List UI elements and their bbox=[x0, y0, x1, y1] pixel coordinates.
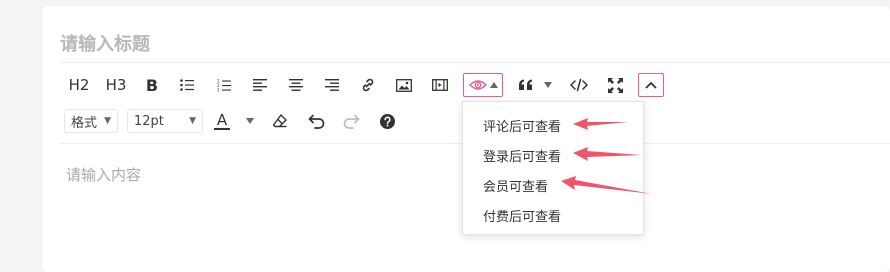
eye-icon bbox=[468, 80, 487, 90]
visibility-button[interactable] bbox=[463, 73, 503, 97]
quote-button[interactable] bbox=[518, 73, 552, 97]
video-button[interactable] bbox=[430, 73, 450, 97]
undo-button[interactable] bbox=[306, 109, 326, 133]
caret-down-icon bbox=[544, 82, 552, 88]
caret-down-icon bbox=[246, 118, 254, 124]
menu-item-login-to-view[interactable]: 登录后可查看 bbox=[483, 146, 561, 165]
bullet-list-icon bbox=[180, 79, 194, 91]
font-color-icon: A bbox=[214, 112, 230, 130]
redo-icon bbox=[343, 114, 359, 129]
fullscreen-button[interactable] bbox=[605, 73, 625, 97]
image-icon bbox=[396, 78, 412, 92]
link-button[interactable] bbox=[358, 73, 378, 97]
clear-format-button[interactable] bbox=[270, 109, 290, 133]
chevron-up-icon bbox=[645, 81, 657, 89]
help-button[interactable] bbox=[377, 109, 397, 133]
content-input[interactable]: 请输入内容 bbox=[66, 164, 141, 185]
code-icon bbox=[570, 78, 588, 92]
image-button[interactable] bbox=[394, 73, 414, 97]
svg-text:3: 3 bbox=[217, 87, 220, 92]
align-right-icon bbox=[325, 79, 339, 91]
bullet-list-button[interactable] bbox=[177, 73, 197, 97]
font-color-swatch bbox=[214, 128, 230, 130]
title-input[interactable]: 请输入标题 bbox=[60, 30, 150, 56]
align-left-icon bbox=[253, 79, 267, 91]
format-select[interactable]: 格式 ▼ bbox=[64, 109, 118, 133]
font-color-button[interactable]: A bbox=[214, 109, 254, 133]
ordered-list-button[interactable]: 1 2 3 bbox=[214, 73, 234, 97]
redo-button[interactable] bbox=[341, 109, 361, 133]
menu-item-comment-to-view[interactable]: 评论后可查看 bbox=[483, 116, 561, 135]
fullscreen-icon bbox=[607, 77, 623, 93]
caret-down-icon: ▼ bbox=[189, 116, 196, 126]
align-right-button[interactable] bbox=[322, 73, 342, 97]
link-icon bbox=[362, 78, 374, 92]
video-icon bbox=[432, 79, 448, 91]
undo-icon bbox=[308, 114, 324, 129]
eraser-icon bbox=[272, 114, 287, 128]
ordered-list-icon: 1 2 3 bbox=[217, 79, 231, 92]
align-center-icon bbox=[289, 79, 303, 91]
quote-icon bbox=[519, 79, 532, 90]
menu-item-pay-to-view[interactable]: 付费后可查看 bbox=[483, 206, 561, 225]
code-button[interactable] bbox=[569, 73, 589, 97]
collapse-toolbar-button[interactable] bbox=[638, 73, 664, 97]
bold-button[interactable]: B bbox=[142, 73, 162, 97]
align-left-button[interactable] bbox=[250, 73, 270, 97]
align-center-button[interactable] bbox=[286, 73, 306, 97]
heading3-button[interactable]: H3 bbox=[102, 73, 130, 97]
caret-down-icon: ▼ bbox=[104, 116, 111, 126]
font-color-letter: A bbox=[216, 111, 228, 129]
menu-item-member-to-view[interactable]: 会员可查看 bbox=[483, 176, 548, 195]
font-size-select[interactable]: 12pt ▼ bbox=[127, 109, 203, 133]
help-icon bbox=[379, 113, 395, 129]
format-select-value: 格式 bbox=[71, 115, 98, 131]
heading2-button[interactable]: H2 bbox=[66, 73, 92, 97]
title-divider bbox=[60, 62, 890, 63]
caret-up-icon bbox=[489, 82, 498, 88]
font-size-value: 12pt bbox=[134, 113, 164, 129]
visibility-dropdown: 评论后可查看 登录后可查看 会员可查看 付费后可查看 bbox=[462, 101, 644, 235]
